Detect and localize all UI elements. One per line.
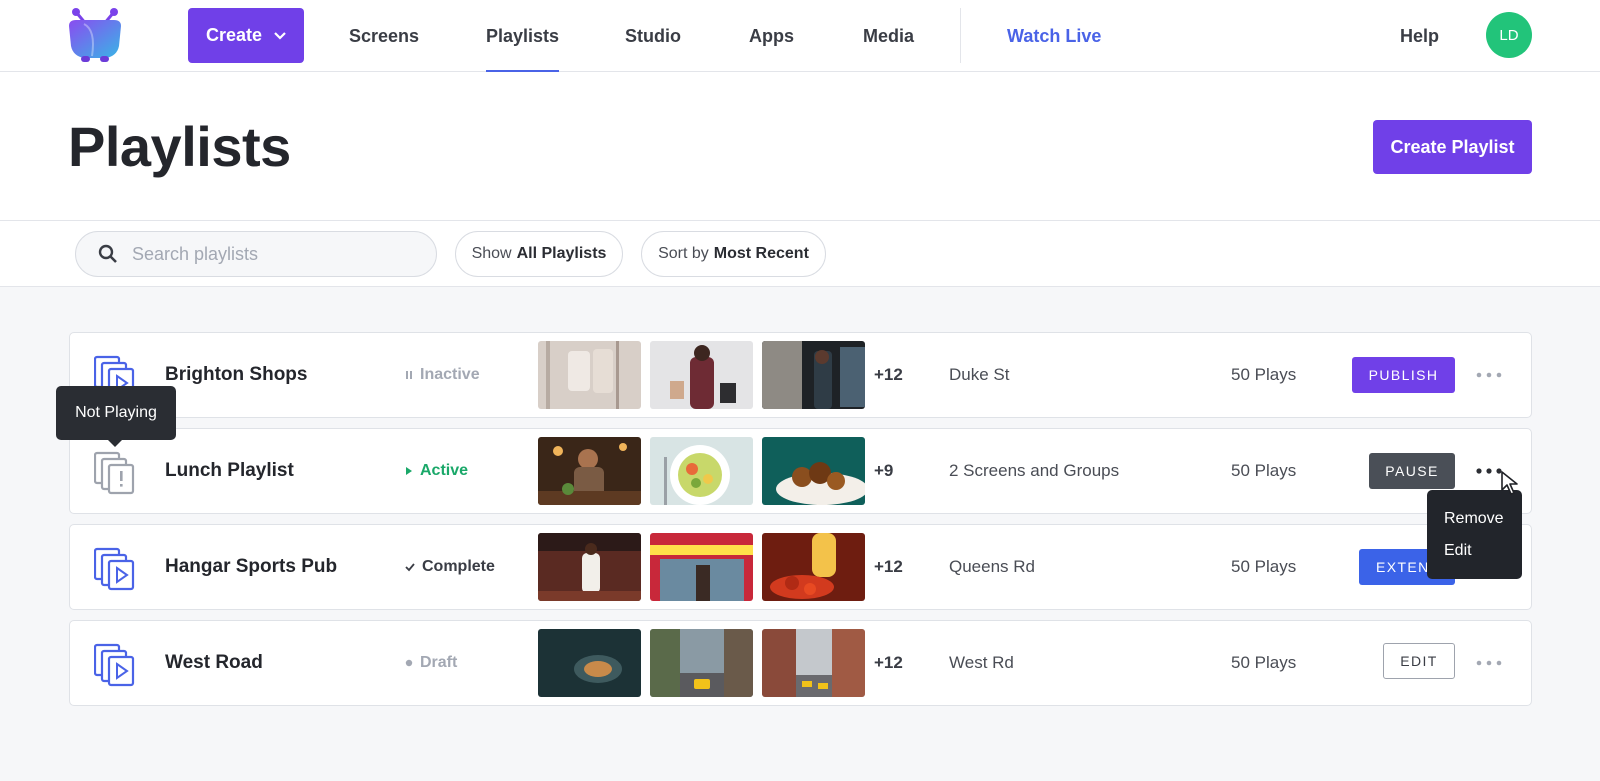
show-filter-value: All Playlists [516, 245, 607, 262]
nav-item-label: Apps [749, 25, 794, 46]
thumbnail-image [650, 437, 753, 505]
watch-live-label: Watch Live [1007, 25, 1102, 46]
watch-live-link[interactable]: Watch Live [1007, 0, 1101, 72]
action-label: EXTEN [1376, 559, 1430, 575]
more-items-count: +12 [874, 653, 903, 672]
thumbnail-image [538, 629, 641, 697]
action-label: PAUSE [1385, 463, 1439, 479]
user-avatar[interactable]: LD [1486, 12, 1532, 58]
page-title: Playlists [68, 115, 291, 178]
nav-item-label: Media [863, 25, 915, 46]
status-label: Complete [422, 558, 495, 575]
sort-value: Most Recent [713, 245, 809, 262]
playlist-not-playing-icon[interactable] [94, 451, 136, 495]
pause-icon [406, 371, 412, 379]
sort-dropdown[interactable]: Sort by Most Recent [641, 231, 826, 277]
show-filter-dropdown[interactable]: Show All Playlists [455, 231, 623, 277]
playlist-row[interactable]: Hangar Sports Pub Complete +12 Queens Rd… [69, 524, 1532, 610]
chevron-down-icon [274, 31, 286, 40]
nav-item-studio[interactable]: Studio [625, 0, 681, 72]
thumbnail-image [538, 533, 641, 601]
filter-bar: Show All Playlists Sort by Most Recent [0, 221, 1600, 287]
status-badge: Inactive [405, 333, 480, 417]
playlist-location: Duke St [949, 365, 1010, 384]
search-icon [98, 244, 117, 263]
status-badge: Complete [405, 525, 495, 609]
play-count: 50 Plays [1231, 461, 1297, 480]
menu-item-edit[interactable]: Edit [1427, 536, 1522, 568]
mouse-cursor-icon [1501, 471, 1518, 495]
create-button-label: Create [205, 25, 263, 45]
tooltip-text: Not Playing [75, 404, 157, 421]
help-link[interactable]: Help [1400, 0, 1439, 72]
play-count: 50 Plays [1231, 365, 1297, 384]
action-label: PUBLISH [1368, 367, 1439, 383]
status-badge: Draft [405, 621, 457, 705]
thumbnail-image [650, 629, 753, 697]
nav-item-apps[interactable]: Apps [749, 0, 794, 72]
playlist-name[interactable]: Brighton Shops [165, 333, 307, 417]
status-label: Active [420, 462, 469, 479]
create-menu-button[interactable]: Create [188, 8, 304, 63]
playlist-name[interactable]: Hangar Sports Pub [165, 525, 337, 609]
thumbnail-image [762, 629, 865, 697]
thumbnail-image [538, 437, 641, 505]
edit-button[interactable]: EDIT [1383, 643, 1455, 679]
playlist-name[interactable]: Lunch Playlist [165, 429, 294, 513]
nav-item-screens[interactable]: Screens [349, 0, 419, 72]
thumbnail-image [650, 533, 753, 601]
status-label: Draft [420, 654, 458, 671]
sort-prefix: Sort by [658, 245, 709, 262]
menu-item-remove[interactable]: Remove [1427, 504, 1522, 536]
nav-item-label: Studio [625, 25, 681, 46]
playlist-row[interactable]: West Road Draft +12 West Rd 50 Plays EDI… [69, 620, 1532, 706]
help-label: Help [1400, 25, 1440, 46]
more-options-icon[interactable] [1474, 653, 1504, 673]
search-box [75, 231, 437, 277]
more-items-count: +12 [874, 365, 903, 384]
playlist-location: West Rd [949, 653, 1014, 672]
playlist-location: Queens Rd [949, 557, 1035, 576]
nav-item-media[interactable]: Media [863, 0, 914, 72]
thumbnail-image [762, 533, 865, 601]
publish-button[interactable]: PUBLISH [1352, 357, 1455, 393]
create-playlist-button[interactable]: Create Playlist [1373, 120, 1532, 174]
nav-item-label: Playlists [486, 25, 560, 46]
check-icon [405, 563, 415, 572]
show-filter-prefix: Show [471, 245, 512, 262]
search-input[interactable] [132, 243, 402, 265]
playlist-icon [94, 547, 135, 591]
app-logo-icon[interactable] [66, 6, 124, 64]
playlist-icon [94, 643, 135, 687]
thumbnail-image [650, 341, 753, 409]
play-count: 50 Plays [1231, 557, 1297, 576]
more-items-count: +12 [874, 557, 903, 576]
page-header: Playlists Create Playlist [0, 72, 1600, 221]
thumbnail-image [762, 341, 865, 409]
playlist-name[interactable]: West Road [165, 621, 263, 705]
status-label: Inactive [420, 366, 480, 383]
top-navigation: Create Screens Playlists Studio Apps Med… [0, 0, 1600, 73]
thumbnail-image [538, 341, 641, 409]
play-count: 50 Plays [1231, 653, 1297, 672]
action-label: EDIT [1400, 653, 1438, 669]
playlist-location: 2 Screens and Groups [949, 461, 1120, 480]
more-items-count: +9 [874, 461, 894, 480]
nav-divider [960, 8, 961, 63]
status-badge: Active [405, 429, 468, 513]
nav-item-playlists[interactable]: Playlists [486, 0, 560, 73]
playlist-row[interactable]: Brighton Shops Inactive +12 Duke St 50 P… [69, 332, 1532, 418]
not-playing-tooltip: Not Playing [56, 386, 176, 447]
thumbnail-image [762, 437, 865, 505]
play-icon [406, 467, 412, 475]
avatar-initials: LD [1499, 26, 1519, 44]
pause-button[interactable]: PAUSE [1369, 453, 1455, 489]
dot-icon [405, 659, 413, 667]
create-playlist-label: Create Playlist [1390, 136, 1515, 157]
row-options-menu: Remove Edit [1427, 490, 1522, 579]
more-options-icon[interactable] [1474, 365, 1504, 385]
nav-item-label: Screens [349, 25, 420, 46]
playlist-row[interactable]: Lunch Playlist Active +9 2 Screens and G… [69, 428, 1532, 514]
